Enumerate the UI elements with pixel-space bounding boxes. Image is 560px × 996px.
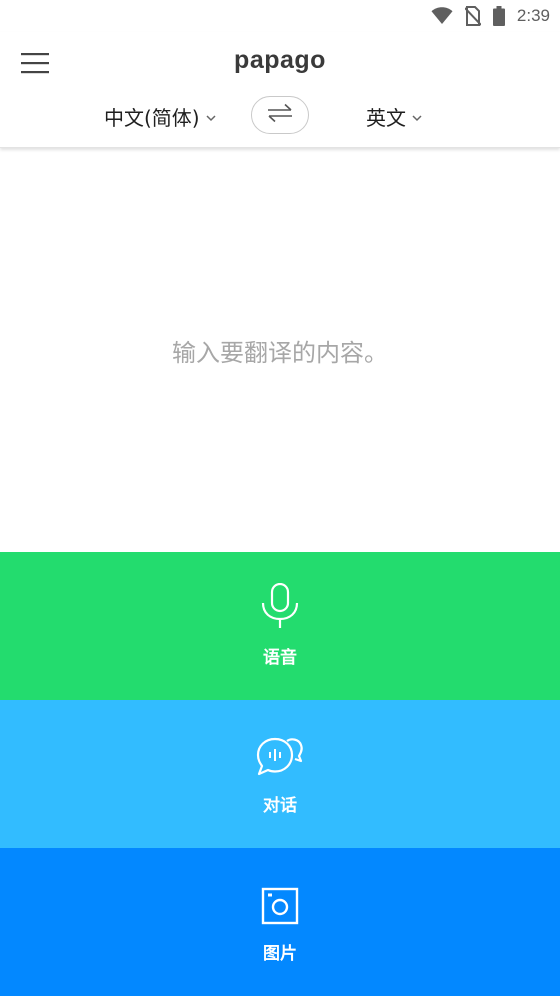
status-time: 2:39 (516, 6, 550, 25)
microphone-icon (260, 582, 300, 633)
swap-languages-button[interactable] (251, 96, 309, 134)
image-mode-button[interactable]: 图片 (0, 848, 560, 996)
voice-mode-button[interactable]: 语音 (0, 552, 560, 700)
conversation-mode-label: 对话 (263, 795, 297, 816)
app-logo: papago (234, 46, 326, 74)
wifi-icon (431, 7, 453, 25)
status-bar: 2:39 (0, 0, 560, 32)
input-placeholder: 输入要翻译的内容。 (172, 339, 388, 367)
swap-icon (267, 103, 293, 127)
conversation-mode-button[interactable]: 对话 (0, 700, 560, 848)
battery-icon (492, 6, 505, 26)
conversation-icon (255, 735, 305, 781)
camera-icon (261, 887, 299, 929)
voice-mode-label: 语音 (263, 647, 297, 668)
source-language-selector[interactable]: 中文(简体) (104, 100, 216, 132)
image-mode-label: 图片 (263, 943, 297, 964)
app-screen: 2:39 papago 中文(简体) 英文 输入要翻译的内容。 语音 对话 图片 (0, 0, 560, 996)
target-language-label: 英文 (366, 105, 406, 130)
app-header: papago 中文(简体) 英文 (0, 32, 560, 148)
target-language-selector[interactable]: 英文 (366, 100, 422, 132)
chevron-down-icon (412, 107, 422, 126)
chevron-down-icon (206, 107, 216, 126)
source-language-label: 中文(简体) (104, 105, 200, 130)
no-sim-icon (464, 6, 481, 26)
translation-input-area[interactable]: 输入要翻译的内容。 (0, 149, 560, 552)
